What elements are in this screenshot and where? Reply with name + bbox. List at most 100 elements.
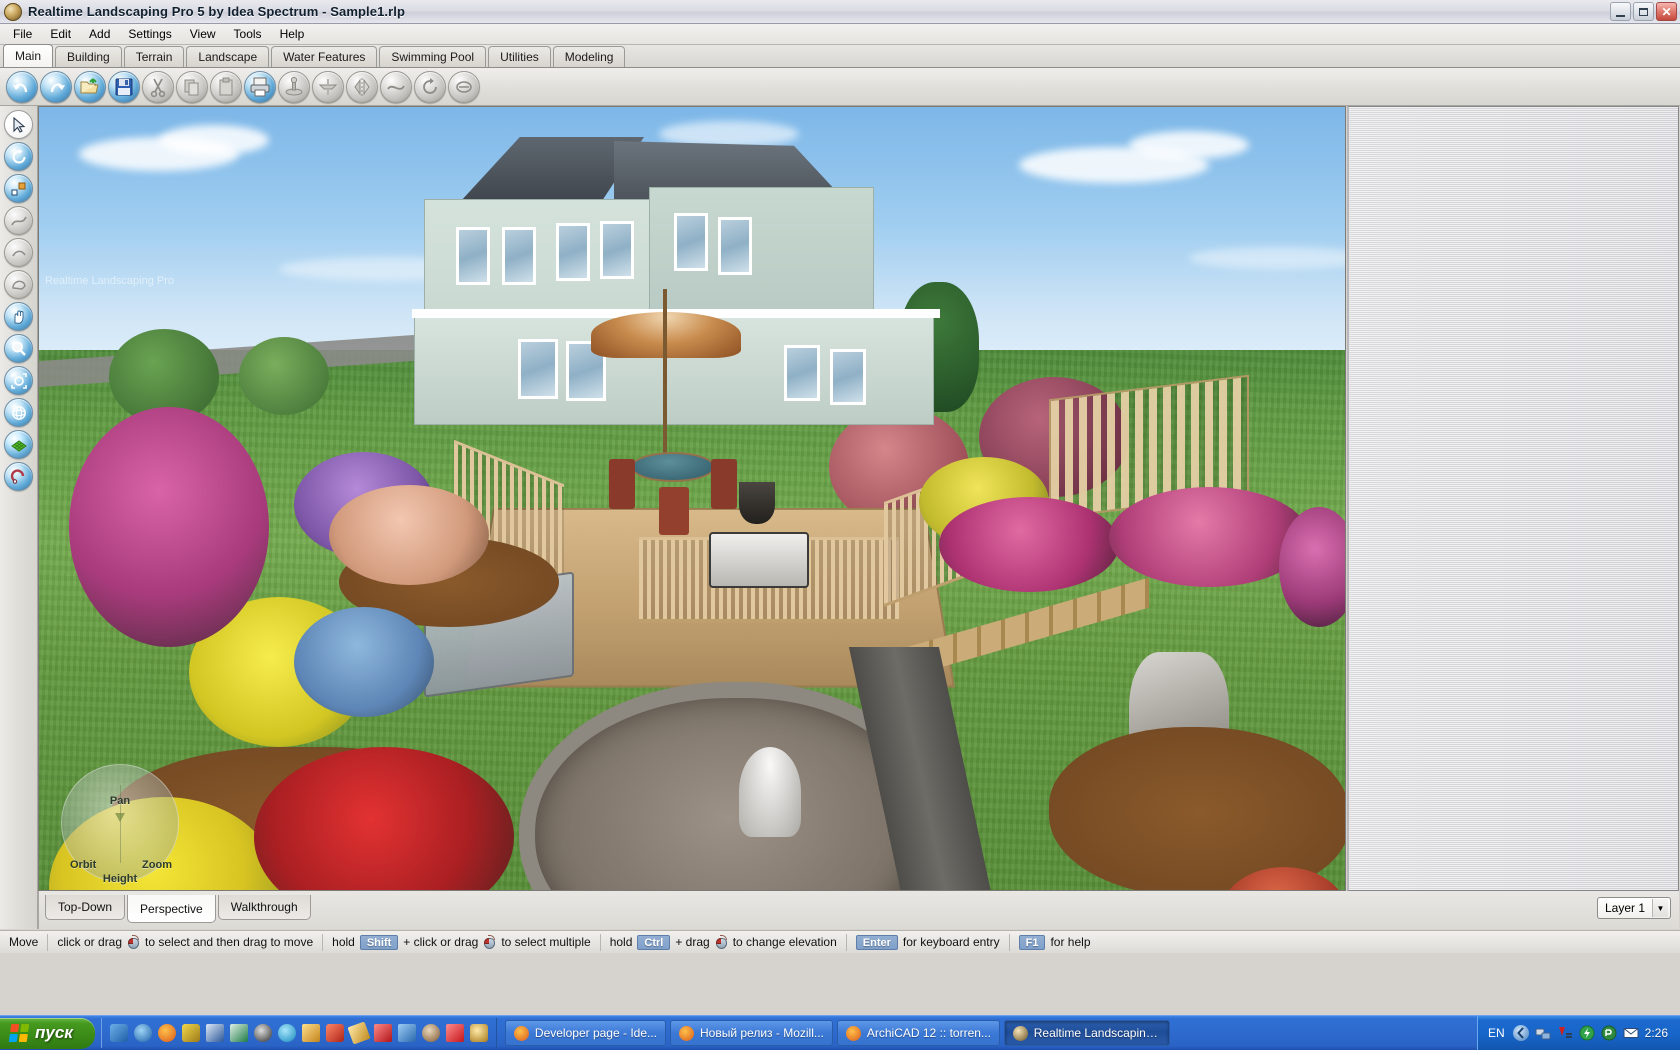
tab-terrain[interactable]: Terrain: [123, 46, 185, 67]
view-tab-strip: Top-Down Perspective Walkthrough Layer 1…: [38, 891, 1679, 929]
minimize-button[interactable]: [1610, 2, 1631, 21]
app-globe-icon: [4, 2, 22, 21]
status-hint-elevation: hold Ctrl + drag to change elevation: [601, 931, 846, 954]
tab-utilities[interactable]: Utilities: [488, 46, 551, 67]
layer-selector[interactable]: Layer 1 ▼: [1596, 897, 1671, 919]
menu-item-tools[interactable]: Tools: [225, 25, 271, 43]
mulch-bed[interactable]: [1049, 727, 1345, 890]
tab-swimming-pool[interactable]: Swimming Pool: [379, 46, 487, 67]
update-icon[interactable]: [1579, 1025, 1595, 1041]
ungroup-icon: [312, 70, 344, 103]
zoom-extents-icon[interactable]: [4, 366, 33, 395]
patio-table[interactable]: [631, 452, 715, 482]
menu-item-settings[interactable]: Settings: [119, 25, 180, 43]
excel-icon[interactable]: [229, 1024, 248, 1042]
windows-taskbar: пуск Developer page - Ide... Новый релиз…: [0, 1015, 1680, 1050]
taskbar-clock[interactable]: 2:26: [1645, 1026, 1672, 1040]
menu-item-edit[interactable]: Edit: [41, 25, 80, 43]
flower-cluster[interactable]: [294, 607, 434, 717]
tab-building[interactable]: Building: [55, 46, 122, 67]
patio-chair[interactable]: [711, 459, 737, 509]
navigation-widget[interactable]: Pan Orbit Zoom Height: [61, 764, 179, 885]
tab-landscape[interactable]: Landscape: [186, 46, 270, 67]
clock-utility-icon[interactable]: [469, 1024, 488, 1042]
scale-object-icon[interactable]: [4, 174, 33, 203]
show-desktop-icon[interactable]: [109, 1024, 128, 1042]
zoom-magnifier-icon[interactable]: [4, 334, 33, 363]
mirror-icon: [346, 70, 378, 103]
menu-item-view[interactable]: View: [181, 25, 225, 43]
view-tab-perspective[interactable]: Perspective: [127, 895, 216, 923]
planter-urn[interactable]: [739, 482, 775, 524]
smooth-icon: [380, 70, 412, 103]
measure-tool-icon[interactable]: [4, 462, 33, 491]
notes-icon[interactable]: [347, 1021, 371, 1045]
language-indicator[interactable]: EN: [1486, 1026, 1507, 1040]
patio-chair[interactable]: [609, 459, 635, 509]
picture-viewer-icon[interactable]: [421, 1024, 440, 1042]
restore-button[interactable]: [1633, 2, 1654, 21]
antivirus-icon[interactable]: [1601, 1025, 1617, 1041]
close-button[interactable]: ✕: [1656, 2, 1677, 21]
tab-water-features[interactable]: Water Features: [271, 46, 378, 67]
open-folder-icon[interactable]: [74, 70, 106, 103]
background-tree: [239, 337, 329, 415]
mail-icon[interactable]: [1623, 1025, 1639, 1041]
menu-item-add[interactable]: Add: [80, 25, 119, 43]
start-button[interactable]: пуск: [0, 1017, 95, 1049]
select-arrow-icon[interactable]: [4, 110, 33, 139]
status-bar: Move click or drag to select and then dr…: [0, 930, 1680, 953]
paste-icon: [210, 70, 242, 103]
redo-icon[interactable]: [40, 70, 72, 103]
status-hint-move: click or drag to select and then drag to…: [48, 931, 322, 954]
tab-main[interactable]: Main: [3, 44, 54, 67]
media-player-icon[interactable]: [253, 1024, 272, 1042]
window-controls: ✕: [1610, 2, 1677, 21]
task-button[interactable]: ArchiCAD 12 :: torren...: [836, 1020, 1000, 1046]
lounge-chair[interactable]: [709, 532, 809, 588]
task-button[interactable]: Новый релиз - Mozill...: [670, 1020, 833, 1046]
messenger-icon[interactable]: [277, 1024, 296, 1042]
firefox-icon[interactable]: [157, 1024, 176, 1042]
chevron-down-icon[interactable]: ▼: [1652, 899, 1668, 917]
menu-item-file[interactable]: File: [4, 25, 41, 43]
patio-chair[interactable]: [659, 487, 689, 535]
pan-hand-icon[interactable]: [4, 302, 33, 331]
hint-text: to select and then drag to move: [145, 935, 314, 949]
view-tab-walkthrough[interactable]: Walkthrough: [217, 895, 311, 920]
paint-icon[interactable]: [181, 1024, 200, 1042]
word-icon[interactable]: [205, 1024, 224, 1042]
save-icon[interactable]: [108, 70, 140, 103]
show-hidden-icons-icon[interactable]: [1512, 1025, 1529, 1041]
3d-viewport[interactable]: Realtime Landscaping Pro Pan Orbit Zoom …: [38, 106, 1346, 891]
print-icon[interactable]: [244, 70, 276, 103]
internet-explorer-icon[interactable]: [133, 1024, 152, 1042]
volume-red-icon[interactable]: [1557, 1025, 1573, 1041]
utility-red-icon[interactable]: [325, 1024, 344, 1042]
usb-icon[interactable]: [397, 1024, 416, 1042]
flower-cluster[interactable]: [939, 497, 1119, 592]
terrain-grid-icon[interactable]: [4, 430, 33, 459]
rotate-object-icon[interactable]: [4, 142, 33, 171]
view-tab-top-down[interactable]: Top-Down: [45, 895, 126, 920]
tab-modeling[interactable]: Modeling: [552, 46, 626, 67]
nav-orbit-label[interactable]: Orbit: [70, 859, 96, 871]
undo-icon[interactable]: [6, 70, 38, 103]
flower-cluster[interactable]: [329, 485, 489, 585]
nav-pan-label[interactable]: Pan: [110, 795, 130, 807]
window: [600, 221, 634, 279]
nav-zoom-label[interactable]: Zoom: [142, 859, 172, 871]
task-button[interactable]: Developer page - Ide...: [504, 1020, 666, 1046]
orbit-camera-icon[interactable]: [4, 398, 33, 427]
total-commander-icon[interactable]: [301, 1024, 320, 1042]
ebay-icon[interactable]: [445, 1024, 464, 1042]
window-title: Realtime Landscaping Pro 5 by Idea Spect…: [28, 4, 406, 19]
network-icon[interactable]: [1535, 1025, 1551, 1041]
nav-height-label[interactable]: Height: [103, 873, 137, 885]
fountain-spray[interactable]: [739, 747, 801, 837]
menu-item-help[interactable]: Help: [271, 25, 314, 43]
flower-cluster[interactable]: [69, 407, 269, 647]
acrobat-icon[interactable]: [373, 1024, 392, 1042]
right-properties-panel[interactable]: [1347, 106, 1679, 891]
task-button-active[interactable]: Realtime Landscaping...: [1003, 1020, 1170, 1046]
